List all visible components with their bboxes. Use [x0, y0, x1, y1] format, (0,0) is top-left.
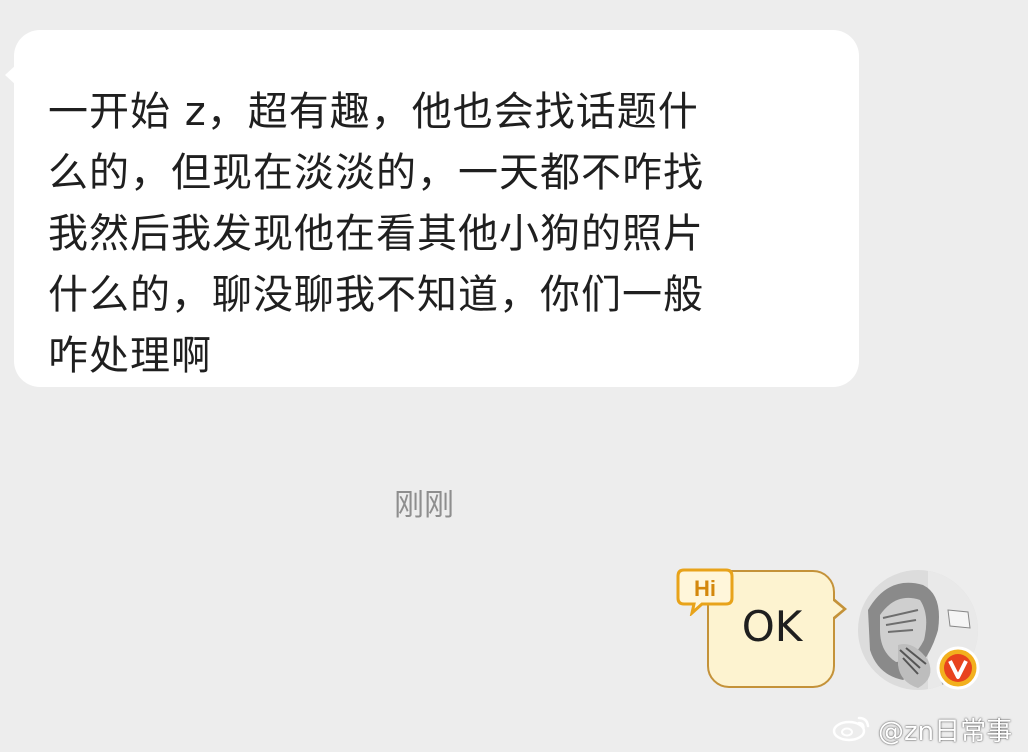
- hi-speech-badge-icon: Hi: [676, 566, 734, 618]
- hi-badge-text: Hi: [694, 576, 716, 601]
- message-line: 一开始 z，超有趣，他也会找话题什: [48, 89, 699, 135]
- message-line: 我然后我发现他在看其他小狗的照片: [48, 211, 704, 257]
- message-timestamp: 刚刚: [394, 488, 454, 523]
- weibo-logo-icon: [832, 712, 872, 746]
- message-line: 咋处理啊: [48, 333, 212, 379]
- watermark-text: @zn日常事: [878, 716, 1013, 747]
- bubble-tail: [5, 64, 17, 86]
- watermark: @zn日常事: [832, 711, 1012, 747]
- verified-v-badge-icon: [936, 646, 980, 690]
- message-line: 么的，但现在淡淡的，一天都不咋找: [48, 150, 704, 196]
- message-line: 什么的，聊没聊我不知道，你们一般: [48, 272, 704, 318]
- incoming-message-bubble[interactable]: 一开始 z，超有趣，他也会找话题什 么的，但现在淡淡的，一天都不咋找 我然后我发…: [5, 30, 859, 387]
